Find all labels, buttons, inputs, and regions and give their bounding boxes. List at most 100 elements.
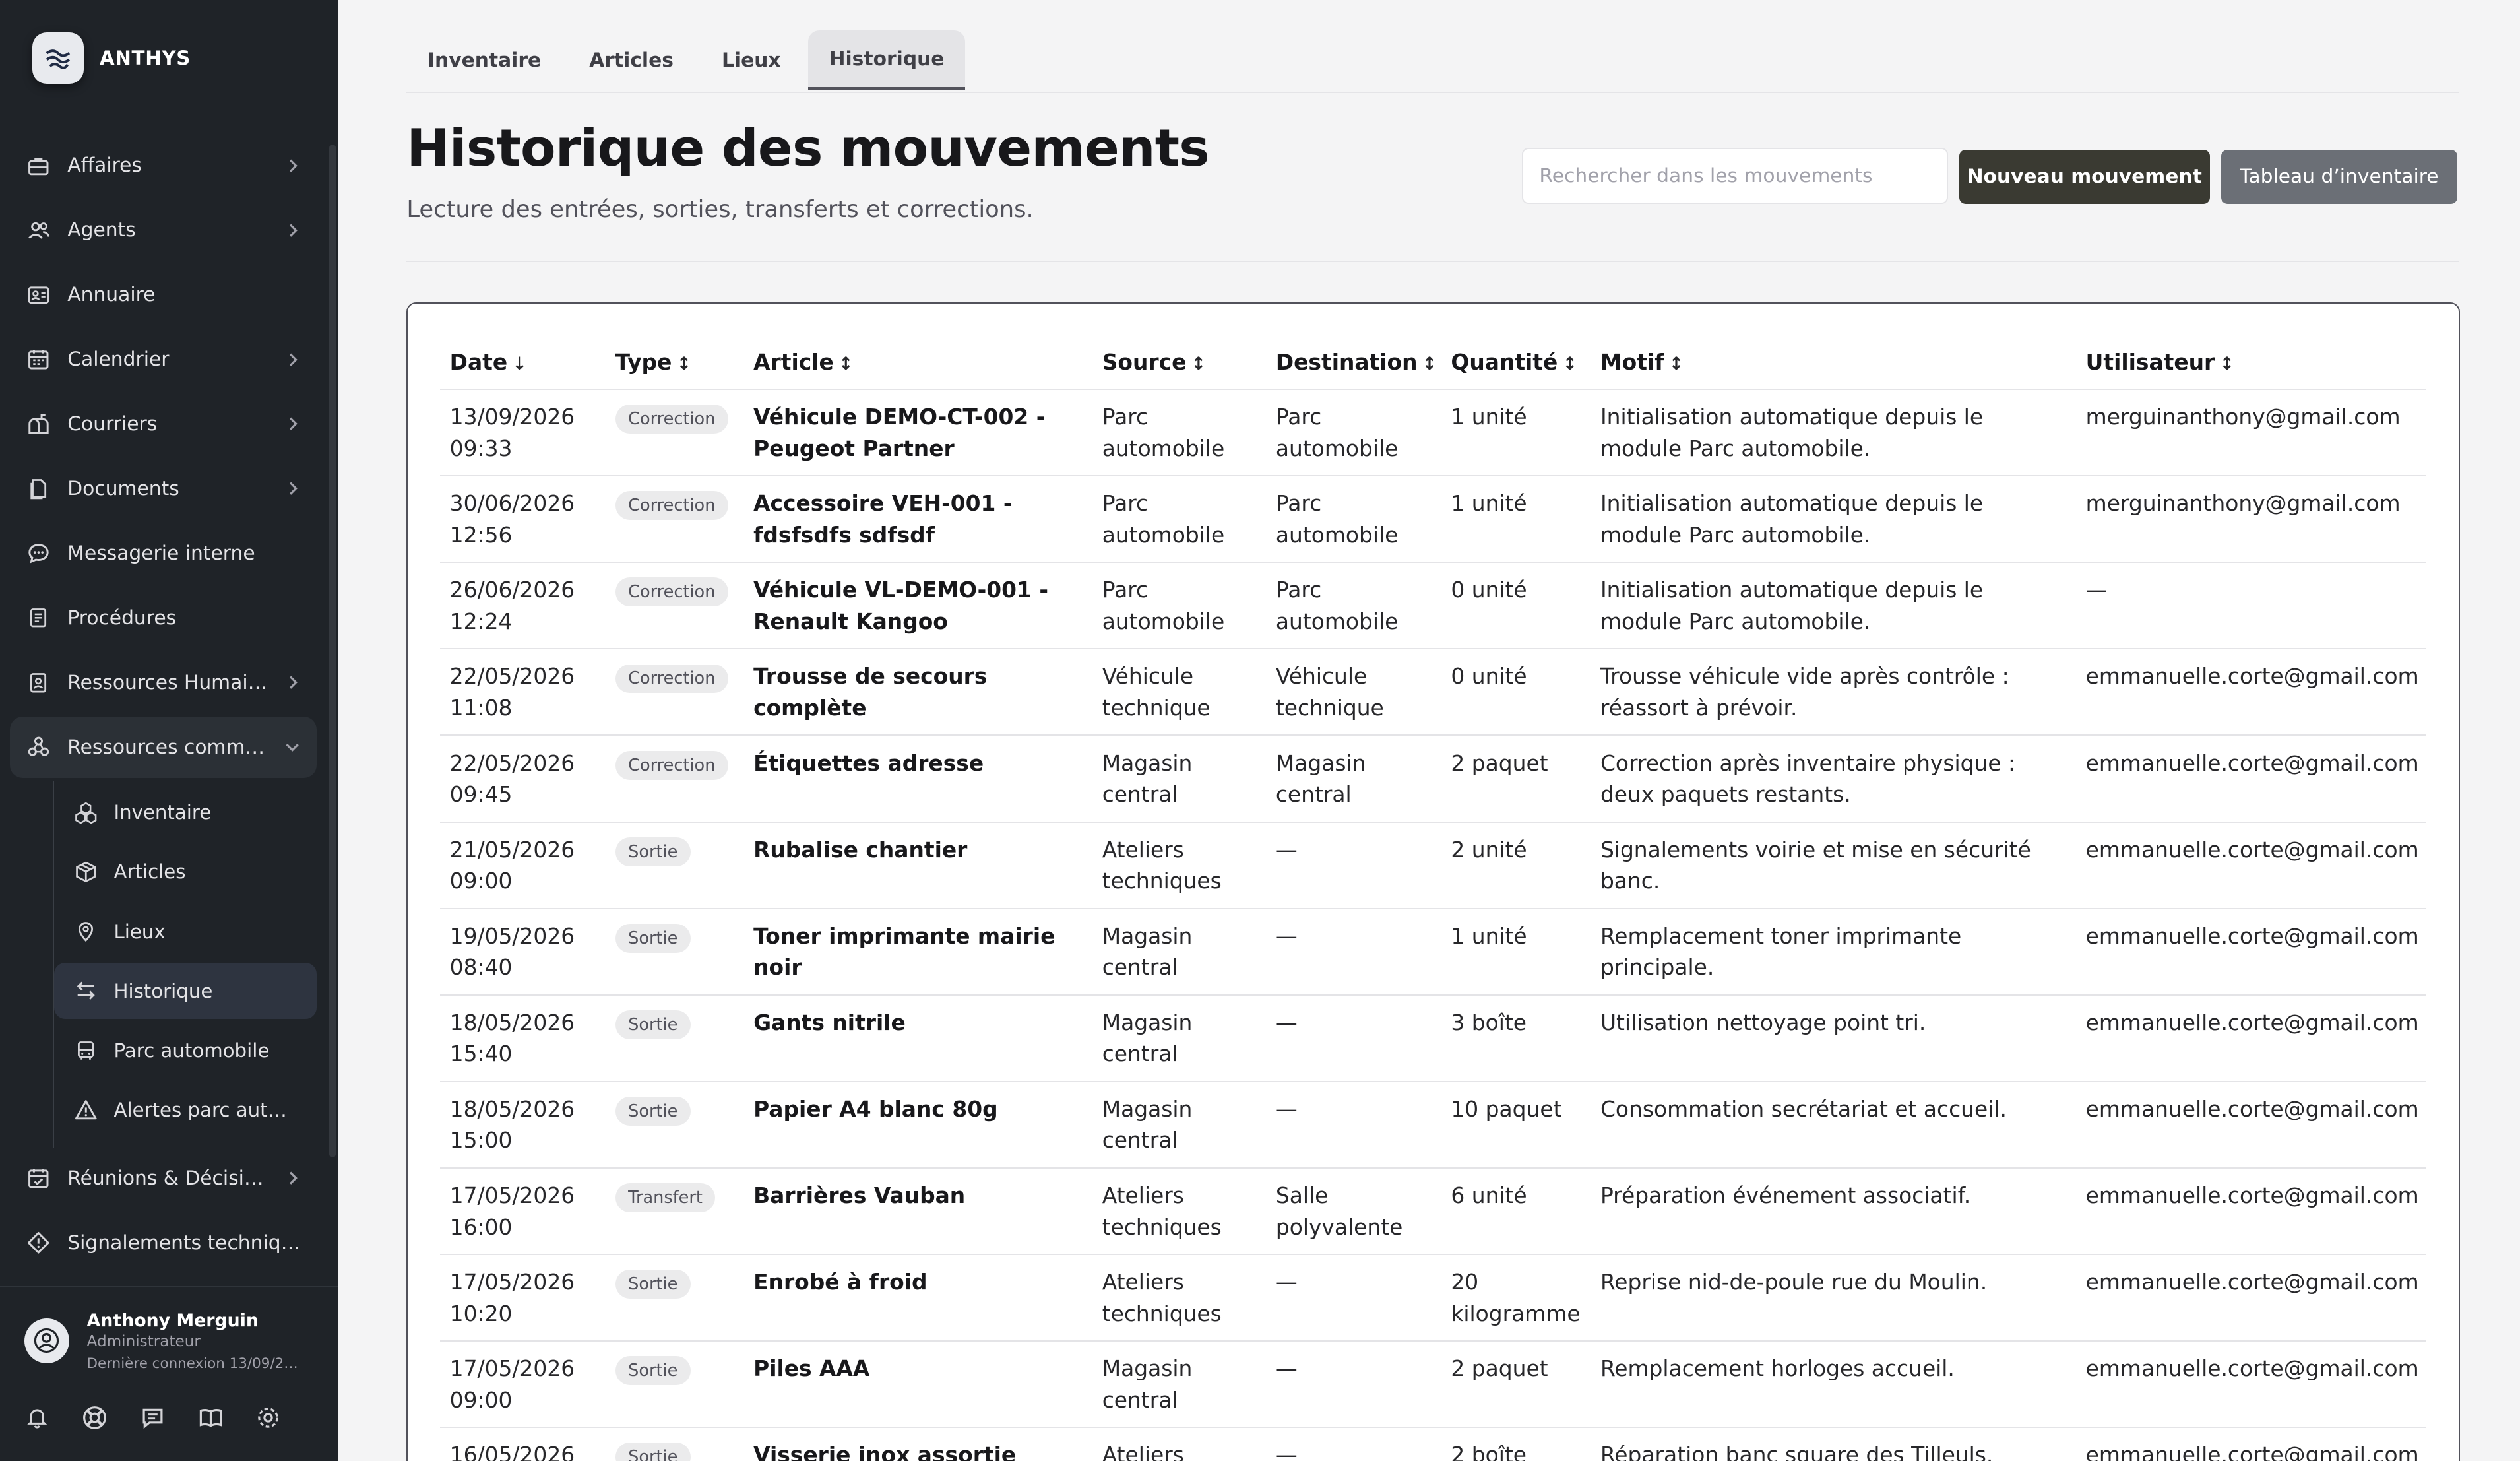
- cell-date: 17/05/2026 09:00: [440, 1341, 606, 1429]
- table-body: 13/09/2026 09:33 Correction Véhicule DEMO-…: [440, 389, 2427, 1461]
- cell-user: emmanuelle.corte@gmail.com: [2076, 1427, 2427, 1461]
- column-header-article[interactable]: Article ↕: [743, 335, 1093, 391]
- sidebar-subitem-lieux[interactable]: Lieux: [54, 903, 317, 959]
- sidebar-item-annuaire[interactable]: Annuaire: [10, 264, 317, 325]
- sidebar-item-documents[interactable]: Documents: [10, 458, 317, 519]
- sort-icon: ↕: [2219, 354, 2235, 375]
- sidebar-subitem-historique[interactable]: Historique: [54, 963, 317, 1020]
- avatar[interactable]: [24, 1318, 69, 1363]
- cell-user: emmanuelle.corte@gmail.com: [2076, 822, 2427, 909]
- table-row[interactable]: 18/05/2026 15:00 Sortie Papier A4 blanc 80…: [440, 1081, 2427, 1169]
- cell-date: 26/06/2026 12:24: [440, 562, 606, 650]
- column-header-utilisateur[interactable]: Utilisateur ↕: [2076, 335, 2427, 391]
- cell-date: 19/05/2026 08:40: [440, 908, 606, 996]
- search-input[interactable]: [1522, 148, 1948, 205]
- tab-inventaire[interactable]: Inventaire: [406, 30, 561, 90]
- cell-user: emmanuelle.corte@gmail.com: [2076, 908, 2427, 996]
- lifebuoy-icon[interactable]: [77, 1400, 113, 1436]
- tab-bar: Inventaire Articles Lieux Historique: [406, 30, 2459, 93]
- signal-diamond-icon: [26, 1230, 51, 1256]
- bell-icon[interactable]: [19, 1400, 55, 1436]
- cell-article: Rubalise chantier: [743, 822, 1093, 909]
- cell-quantity: 10 paquet: [1441, 1081, 1591, 1169]
- cell-destination: Parc automobile: [1266, 389, 1441, 477]
- sidebar-item-calendrier[interactable]: Calendrier: [10, 329, 317, 390]
- cell-type: Sortie: [605, 822, 744, 909]
- sidebar-item-procedures[interactable]: Procédures: [10, 587, 317, 649]
- table-row[interactable]: 18/05/2026 15:40 Sortie Gants nitrile Magas…: [440, 994, 2427, 1082]
- table-row[interactable]: 17/05/2026 16:00 Transfert Barrières Vauba…: [440, 1167, 2427, 1256]
- sidebar-item-label: Affaires: [67, 154, 142, 178]
- column-header-type[interactable]: Type ↕: [605, 335, 744, 391]
- cell-quantity: 1 unité: [1441, 908, 1591, 996]
- sidebar-item-signalements-techniques[interactable]: Signalements techniques: [10, 1212, 317, 1274]
- contact-card-icon: [26, 282, 51, 308]
- cell-quantity: 0 unité: [1441, 649, 1591, 736]
- cell-article: Accessoire VEH-001 - fdsfsdfs sdfsdf: [743, 476, 1093, 564]
- cell-destination: —: [1266, 1254, 1441, 1342]
- cell-article: Papier A4 blanc 80g: [743, 1081, 1093, 1169]
- tab-lieux[interactable]: Lieux: [701, 30, 802, 90]
- column-header-quantite[interactable]: Quantité ↕: [1441, 335, 1591, 391]
- tab-historique[interactable]: Historique: [807, 30, 966, 90]
- table-row[interactable]: 17/05/2026 10:20 Sortie Enrobé à froid Atel…: [440, 1254, 2427, 1342]
- cell-article: Toner imprimante mairie noir: [743, 908, 1093, 996]
- sidebar-scrollbar[interactable]: [329, 145, 336, 1158]
- sidebar-item-affaires[interactable]: Affaires: [10, 135, 317, 197]
- cell-user: emmanuelle.corte@gmail.com: [2076, 1081, 2427, 1169]
- cell-motif: Initialisation automatique depuis le mod…: [1591, 476, 2077, 564]
- new-movement-button[interactable]: Nouveau mouvement: [1959, 149, 2210, 205]
- sidebar-subitem-parc-automobile[interactable]: Parc automobile: [54, 1022, 317, 1078]
- table-row[interactable]: 30/06/2026 12:56 Correction Accessoire VEH…: [440, 476, 2427, 564]
- settings-icon[interactable]: [251, 1400, 286, 1436]
- cell-user: emmanuelle.corte@gmail.com: [2076, 994, 2427, 1082]
- table-row[interactable]: 21/05/2026 09:00 Sortie Rubalise chantier A…: [440, 822, 2427, 909]
- sidebar-subitem-alertes-parc-automobile[interactable]: Alertes parc automobile: [54, 1082, 317, 1138]
- cell-source: Véhicule technique: [1092, 649, 1267, 736]
- mailbox-icon: [26, 411, 51, 437]
- table-row[interactable]: 13/09/2026 09:33 Correction Véhicule DEMO-…: [440, 389, 2427, 477]
- table-row[interactable]: 16/05/2026 Sortie Visserie inox assortie At…: [440, 1427, 2427, 1461]
- cell-motif: Signalements voirie et mise en sécurité …: [1591, 822, 2077, 909]
- table-row[interactable]: 17/05/2026 09:00 Sortie Piles AAA Magasin c…: [440, 1341, 2427, 1429]
- sidebar-subitem-label: Inventaire: [113, 801, 212, 824]
- table-row[interactable]: 19/05/2026 08:40 Sortie Toner imprimante m…: [440, 908, 2427, 996]
- sidebar-item-messagerie-interne[interactable]: Messagerie interne: [10, 523, 317, 584]
- table-row[interactable]: 22/05/2026 09:45 Correction Étiquettes adr…: [440, 735, 2427, 823]
- movements-table: Date ↓ Type ↕ Article ↕ Source ↕ Destination ↕ Qua…: [440, 335, 2427, 1461]
- cell-source: Magasin central: [1092, 1081, 1267, 1169]
- cell-date: 21/05/2026 09:00: [440, 822, 606, 909]
- brand[interactable]: ANTHYS: [32, 32, 191, 84]
- column-header-destination[interactable]: Destination ↕: [1266, 335, 1441, 391]
- tab-articles[interactable]: Articles: [569, 30, 695, 90]
- cell-motif: Consommation secrétariat et accueil.: [1591, 1081, 2077, 1169]
- sidebar-subitem-inventaire[interactable]: Inventaire: [54, 785, 317, 841]
- column-header-motif[interactable]: Motif ↕: [1591, 335, 2077, 391]
- cell-date: 22/05/2026 09:45: [440, 735, 606, 823]
- table-row[interactable]: 22/05/2026 11:08 Correction Trousse de sec…: [440, 649, 2427, 736]
- cell-date: 17/05/2026 16:00: [440, 1167, 606, 1256]
- sidebar-item-ressources-communes[interactable]: Ressources communes: [9, 716, 317, 778]
- column-header-label: Utilisateur: [2085, 349, 2215, 375]
- inventory-table-button[interactable]: Tableau d’inventaire: [2221, 149, 2457, 205]
- chevron-right-icon: [284, 480, 300, 496]
- table-row[interactable]: 26/06/2026 12:24 Correction Véhicule VL-DE…: [440, 562, 2427, 650]
- sidebar-item-agents[interactable]: Agents: [10, 200, 317, 261]
- message-icon[interactable]: [135, 1400, 171, 1436]
- chevron-right-icon: [284, 222, 300, 238]
- sidebar-subitem-articles[interactable]: Articles: [54, 844, 317, 900]
- sidebar-item-label: Ressources Humaines: [67, 670, 275, 694]
- chevron-down-icon: [284, 739, 300, 755]
- sidebar-subitem-label: Articles: [113, 860, 186, 884]
- user-last-login: Dernière connexion 13/09/2026: [86, 1355, 304, 1372]
- column-header-source[interactable]: Source ↕: [1092, 335, 1267, 391]
- page-subtitle: Lecture des entrées, sorties, transferts…: [406, 196, 1034, 224]
- sidebar-item-ressources-humaines[interactable]: Ressources Humaines: [10, 652, 317, 713]
- sidebar-item-reunions-decisions[interactable]: Réunions & Décisions: [10, 1148, 317, 1209]
- cell-user: merguinanthony@gmail.com: [2076, 389, 2427, 477]
- sidebar-item-courriers[interactable]: Courriers: [10, 393, 317, 455]
- cell-type: Correction: [605, 649, 744, 736]
- column-header-date[interactable]: Date ↓: [440, 335, 606, 391]
- sidebar-item-label: Ressources communes: [67, 735, 275, 759]
- book-icon[interactable]: [193, 1400, 228, 1436]
